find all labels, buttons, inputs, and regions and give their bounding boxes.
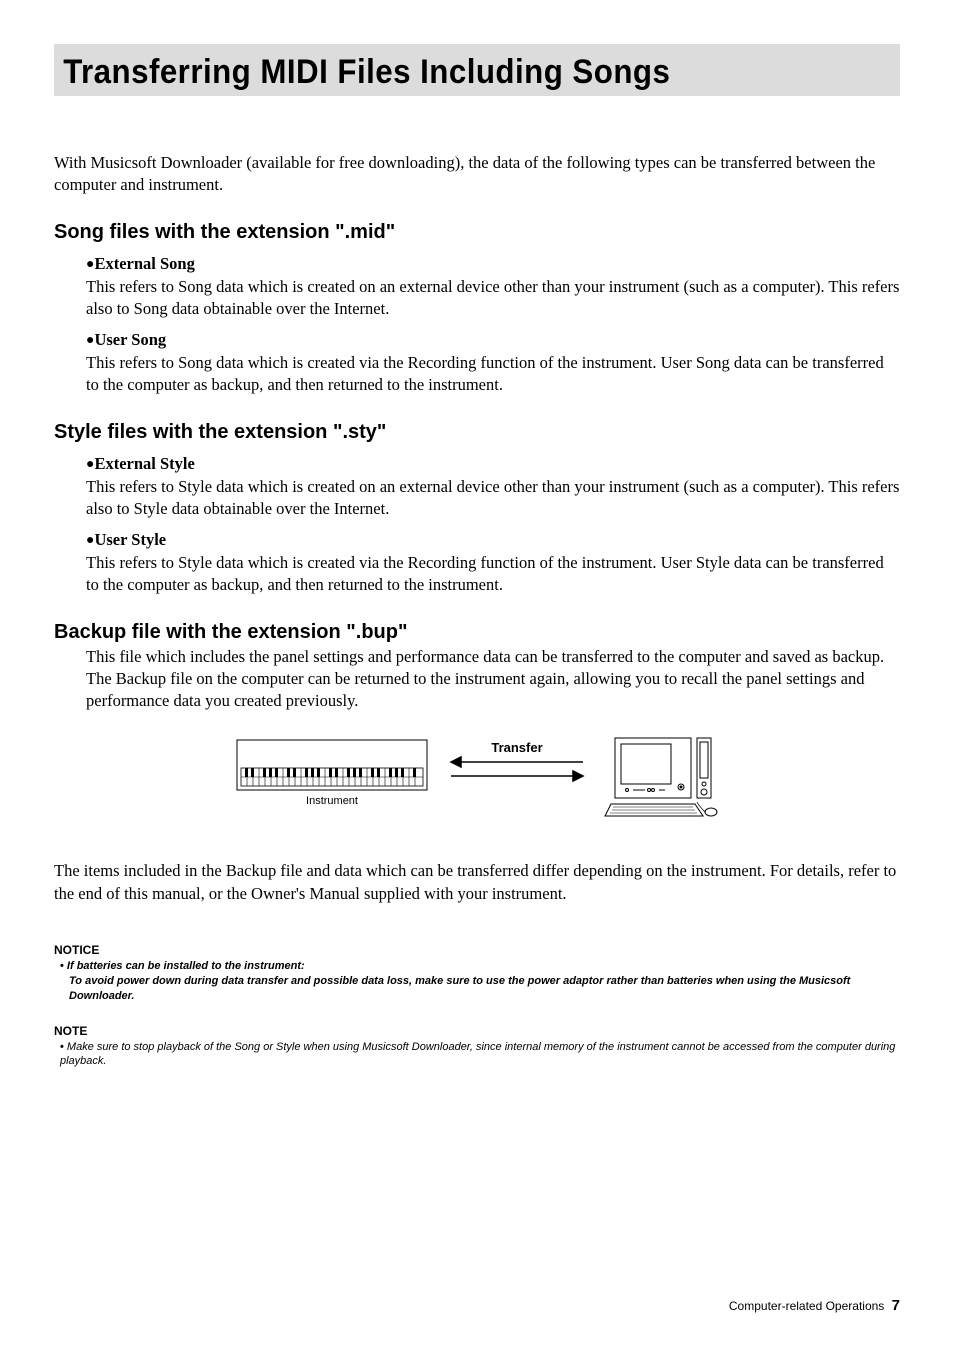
notice-label: NOTICE [54, 943, 900, 957]
section-heading-bup: Backup file with the extension ".bup" [54, 621, 900, 644]
section-heading-sty: Style files with the extension ".sty" [54, 421, 900, 444]
instrument-label: Instrument [306, 795, 358, 807]
subheading-label: External Song [94, 254, 194, 273]
notice-item: • If batteries can be installed to the i… [60, 959, 900, 1004]
footer-text: Computer-related Operations [729, 1299, 884, 1313]
intro-paragraph: With Musicsoft Downloader (available for… [54, 152, 900, 197]
subheading-external-song: ●External Song [86, 254, 900, 274]
note-label: NOTE [54, 1024, 900, 1038]
bullet-icon: • [60, 1041, 67, 1053]
subheading-label: User Style [94, 530, 166, 549]
body-external-song: This refers to Song data which is create… [86, 276, 900, 321]
page-number: 7 [892, 1297, 900, 1314]
body-user-song: This refers to Song data which is create… [86, 352, 900, 397]
notice-line1: If batteries can be installed to the ins… [67, 960, 305, 972]
body-user-style: This refers to Style data which is creat… [86, 552, 900, 597]
body-external-style: This refers to Style data which is creat… [86, 476, 900, 521]
note-line1: Make sure to stop playback of the Song o… [60, 1041, 895, 1068]
page-footer: Computer-related Operations 7 [729, 1297, 900, 1314]
page: Transferring MIDI Files Including Songs … [0, 0, 954, 1350]
page-title: Transferring MIDI Files Including Songs [54, 53, 670, 92]
bullet-icon: ● [86, 333, 94, 348]
subheading-label: User Song [94, 330, 166, 349]
subheading-user-style: ●User Style [86, 530, 900, 550]
section-heading-mid: Song files with the extension ".mid" [54, 221, 900, 244]
body-backup: This file which includes the panel setti… [86, 646, 900, 713]
subheading-label: External Style [94, 454, 194, 473]
notice-line2: To avoid power down during data transfer… [69, 974, 900, 1004]
header-band: Transferring MIDI Files Including Songs [54, 44, 900, 96]
bullet-icon: ● [86, 257, 94, 272]
subheading-user-song: ●User Song [86, 330, 900, 350]
post-diagram-paragraph: The items included in the Backup file an… [54, 860, 900, 905]
bullet-icon: ● [86, 457, 94, 472]
bullet-icon: • [60, 960, 67, 972]
transfer-diagram: Instrument Transfer [54, 732, 900, 832]
bullet-icon: ● [86, 533, 94, 548]
note-item: • Make sure to stop playback of the Song… [60, 1040, 900, 1070]
diagram-svg: Instrument Transfer [217, 732, 737, 832]
transfer-label: Transfer [491, 740, 542, 755]
subheading-external-style: ●External Style [86, 454, 900, 474]
